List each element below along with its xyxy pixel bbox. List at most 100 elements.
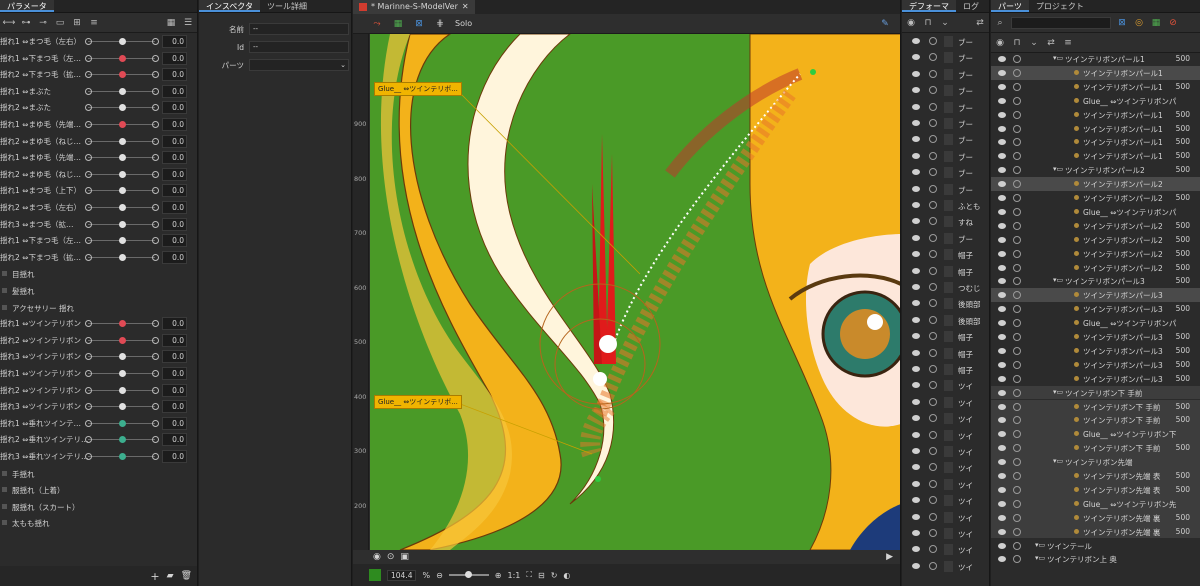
slider-min-knob[interactable] [85,87,92,95]
lock-toggle-icon[interactable] [1013,138,1021,147]
lock-toggle-icon[interactable] [1013,221,1021,230]
eye-icon[interactable] [998,459,1006,466]
deformer-row[interactable]: 帽子 [902,264,989,281]
part-row[interactable]: ツインテリボンパール2 500 [991,233,1200,247]
name-field[interactable]: -- [249,23,349,35]
lock-toggle-icon[interactable] [1013,319,1021,328]
slider-knob[interactable] [118,170,126,178]
deformer-row[interactable]: ブー [902,231,989,248]
eye-icon[interactable] [998,389,1006,396]
deformer-row[interactable]: ふとも [902,198,989,215]
param-value[interactable]: 0.0 [162,367,187,380]
deformer-row[interactable]: ブー [902,50,989,67]
slider-knob[interactable] [118,336,126,344]
deformer-row[interactable]: ブー [902,165,989,182]
deformer-row[interactable]: 帽子 [902,362,989,379]
part-row[interactable]: ▾▭ ツインテリボン下 手前 [991,385,1200,400]
eye-icon[interactable] [998,445,1006,452]
param-slider[interactable] [85,436,159,444]
param-group[interactable]: 手揺れ [0,466,197,482]
eye-icon[interactable] [998,167,1006,174]
param-group[interactable]: 髪揺れ [0,283,197,299]
eye-icon[interactable] [998,431,1006,438]
slider-max-knob[interactable] [152,220,159,228]
slider-knob[interactable] [118,353,126,361]
slider-min-knob[interactable] [85,336,92,344]
slider-max-knob[interactable] [152,71,159,79]
eye-icon[interactable] [998,69,1006,76]
part-row[interactable]: ツインテリボンパール2 500 [991,247,1200,261]
eye-icon[interactable] [998,292,1006,299]
lock-toggle-icon[interactable] [1013,263,1021,272]
tab-parts[interactable]: パーツ [991,0,1029,12]
eye-icon[interactable] [912,464,920,471]
slider-min-knob[interactable] [85,71,92,79]
part-row[interactable]: ツインテリボン先端 裏 500 [991,524,1200,539]
lock-toggle-icon[interactable] [929,430,937,439]
eye-icon[interactable] [998,347,1006,354]
slider-knob[interactable] [118,220,126,228]
eye-icon[interactable] [912,87,920,94]
eye-icon[interactable] [998,528,1006,535]
eye-icon[interactable] [998,486,1006,493]
deformer-row[interactable]: ツイ [902,510,989,527]
param-slider[interactable] [85,220,159,228]
param-value[interactable]: 0.0 [162,201,187,214]
lock-toggle-icon[interactable] [1013,180,1021,189]
slider-min-knob[interactable] [85,370,92,377]
param-row[interactable]: 揺れ2 ⇔まつ毛（左右） 0.0 [0,200,197,216]
lock-toggle-icon[interactable] [929,479,937,488]
zoom-out-icon[interactable]: ⊖ [436,571,443,580]
eye-icon[interactable] [912,284,920,290]
part-row[interactable]: ▾▭ ツインテリボンパール1 500 [991,52,1200,66]
param-value[interactable]: 0.0 [162,35,187,48]
eye-icon[interactable] [998,500,1006,507]
eye-icon[interactable] [998,195,1006,201]
param-row[interactable]: 揺れ1 ⇔まぶた 0.0 [0,84,197,100]
bg-color-swatch[interactable] [369,569,381,581]
lock-toggle-icon[interactable] [929,233,937,242]
slider-knob[interactable] [118,87,126,95]
id-field[interactable]: -- [249,41,349,53]
folder-icon[interactable]: ▾▭ [1035,541,1045,549]
slider-max-knob[interactable] [152,237,159,245]
deformer-row[interactable]: すね [902,214,989,231]
lock-icon[interactable]: ⊓ [1011,37,1023,49]
eye-icon[interactable] [912,103,920,110]
link-icon[interactable]: ⟷ [3,17,16,29]
parts-select[interactable]: ⌄ [249,59,349,71]
slider-max-knob[interactable] [152,137,159,145]
close-icon[interactable]: ✕ [462,0,469,14]
param-slider[interactable] [85,237,159,245]
canvas-stage[interactable]: Glue__ ⇔ツインテリボ... Glue__ ⇔ツインテリボ... [370,34,900,550]
eye-icon[interactable] [998,181,1006,188]
slider-min-knob[interactable] [85,403,92,411]
param-value[interactable]: 0.0 [162,184,187,198]
part-row[interactable]: Glue__ ⇔ツインテリボンパ [991,94,1200,108]
deformer-row[interactable]: ブー [902,67,989,84]
param-row[interactable]: 揺れ1 ⇔ツインテリボン 0.0 [0,366,197,382]
param-value[interactable]: 0.0 [162,84,187,98]
slider-min-knob[interactable] [85,170,92,178]
zoom-in-icon[interactable]: ⊕ [495,571,502,580]
param-slider[interactable] [85,419,159,427]
param-value[interactable]: 0.0 [162,400,187,414]
lock-toggle-icon[interactable] [929,69,937,78]
slider-knob[interactable] [118,253,126,261]
slider-knob[interactable] [118,187,126,195]
part-row[interactable]: ツインテリボンパール2 [991,177,1200,191]
eye-icon[interactable] [998,417,1006,424]
folder-icon[interactable]: ▾▭ [1053,276,1063,284]
param-value[interactable]: 0.0 [162,333,187,347]
param-value[interactable]: 0.0 [162,383,187,397]
param-value[interactable]: 0.0 [162,450,187,463]
param-value[interactable]: 0.0 [162,234,187,248]
lock-toggle-icon[interactable] [929,414,937,423]
lock-toggle-icon[interactable] [929,381,937,390]
slider-max-knob[interactable] [152,403,159,411]
param-value[interactable]: 0.0 [162,118,187,131]
param-slider[interactable] [85,170,159,178]
connect-icon[interactable]: ⊶ [20,17,32,29]
part-row[interactable]: ツインテリボン下 手前 500 [991,399,1200,414]
deformer-row[interactable]: ブー [902,34,989,51]
